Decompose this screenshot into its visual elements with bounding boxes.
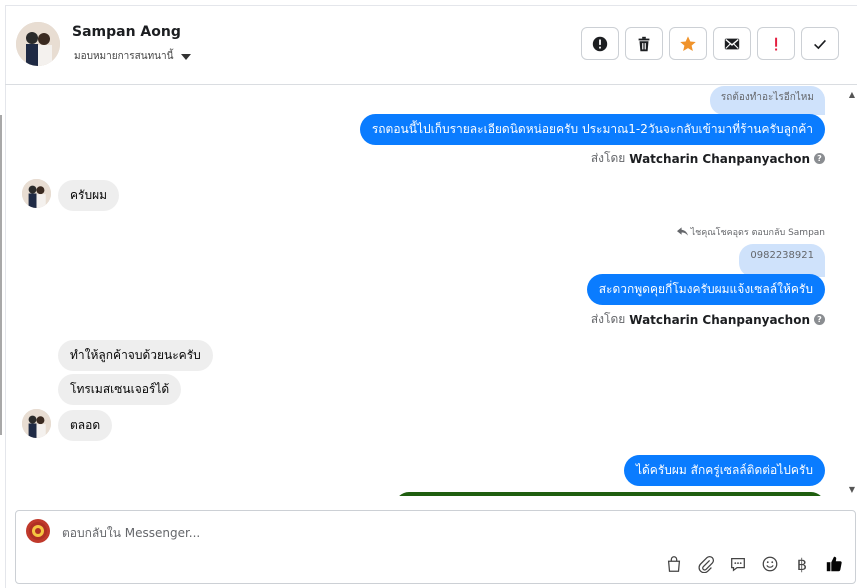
exclamation-icon — [775, 37, 778, 50]
page-avatar — [26, 519, 50, 543]
chat-bubble-icon — [731, 557, 745, 572]
help-icon[interactable]: ? — [814, 153, 825, 164]
mail-icon — [724, 38, 740, 49]
smiley-icon — [762, 556, 778, 572]
star-icon — [680, 35, 696, 51]
image-attachment[interactable] — [395, 492, 825, 496]
sent-by-prefix: ส่งโดย — [590, 312, 626, 326]
contact-avatar-small[interactable] — [22, 409, 51, 438]
shopping-bag-icon — [667, 556, 681, 572]
header-actions — [581, 27, 839, 60]
incoming-message[interactable]: ครับผม — [58, 180, 120, 211]
contact-avatar-small[interactable] — [22, 179, 51, 208]
baht-icon: ฿ — [796, 554, 808, 574]
reply-note-text: ไชคุณโชคอุดร ตอบกลับ Sampan — [690, 228, 825, 238]
reply-composer[interactable]: ตอบกลับใน Messenger... ฿ — [15, 510, 856, 584]
saved-replies-button[interactable] — [727, 553, 749, 575]
check-icon — [814, 39, 826, 49]
emoji-button[interactable] — [759, 553, 781, 575]
contact-name[interactable]: Sampan Aong — [72, 24, 181, 40]
composer-tools: ฿ — [663, 553, 845, 575]
mark-unread-button[interactable] — [713, 27, 751, 60]
shop-button[interactable] — [663, 553, 685, 575]
payment-button[interactable]: ฿ — [791, 553, 813, 575]
scroll-up-icon[interactable]: ▲ — [849, 90, 855, 99]
delete-button[interactable] — [625, 27, 663, 60]
help-icon[interactable]: ? — [814, 314, 825, 325]
trash-icon — [638, 36, 650, 51]
contact-avatar[interactable] — [16, 22, 60, 66]
attach-button[interactable] — [695, 553, 717, 575]
sender-name[interactable]: Watcharin Chanpanyachon — [629, 152, 810, 166]
incoming-message[interactable]: โทรเมสเซนเจอร์ได้ — [58, 374, 182, 405]
thumbs-up-icon — [826, 556, 842, 572]
assign-label: มอบหมายการสนทนานี้ — [74, 51, 174, 62]
sent-by-prefix: ส่งโดย — [590, 151, 626, 165]
paperclip-icon — [698, 555, 715, 573]
sent-by-line: ส่งโดย Watcharin Chanpanyachon ? — [591, 310, 825, 329]
sent-by-line: ส่งโดย Watcharin Chanpanyachon ? — [591, 149, 825, 168]
report-spam-button[interactable] — [581, 27, 619, 60]
quoted-message: 0982238921 — [739, 244, 825, 277]
reply-note: ไชคุณโชคอุดร ตอบกลับ Sampan — [676, 225, 825, 239]
incoming-message[interactable]: ตลอด — [58, 410, 113, 441]
incoming-message[interactable]: ทำให้ลูกค้าจบด้วยนะครับ — [58, 340, 213, 371]
like-button[interactable] — [823, 553, 845, 575]
conversation-header: Sampan Aong มอบหมายการสนทนานี้ — [5, 5, 857, 85]
outgoing-message[interactable]: รถตอนนี้ไปเก็บรายละเอียดนิดหน่อยครับ ประ… — [359, 114, 825, 145]
message-thread[interactable]: รถต้องทำอะไรอีกไหม รถตอนนี้ไปเก็บรายละเอ… — [5, 86, 850, 496]
flag-button[interactable] — [757, 27, 795, 60]
reply-arrow-icon — [676, 227, 688, 236]
outgoing-message[interactable]: ได้ครับผม สักครู่เซลล์ติดต่อไปครับ — [623, 455, 825, 486]
mark-done-button[interactable] — [801, 27, 839, 60]
chevron-down-icon — [181, 53, 192, 60]
sender-name[interactable]: Watcharin Chanpanyachon — [629, 313, 810, 327]
left-scrollbar[interactable] — [0, 115, 2, 435]
star-button[interactable] — [669, 27, 707, 60]
assign-conversation-dropdown[interactable]: มอบหมายการสนทนานี้ — [74, 49, 192, 64]
outgoing-message[interactable]: สะดวกพูดคุยกี่โมงครับผมแจ้งเซลล์ให้ครับ — [586, 274, 825, 305]
reply-input[interactable]: ตอบกลับใน Messenger... — [62, 524, 200, 543]
scroll-down-icon[interactable]: ▼ — [849, 485, 855, 494]
report-icon — [592, 36, 608, 51]
quoted-message: รถต้องทำอะไรอีกไหม — [709, 86, 825, 115]
